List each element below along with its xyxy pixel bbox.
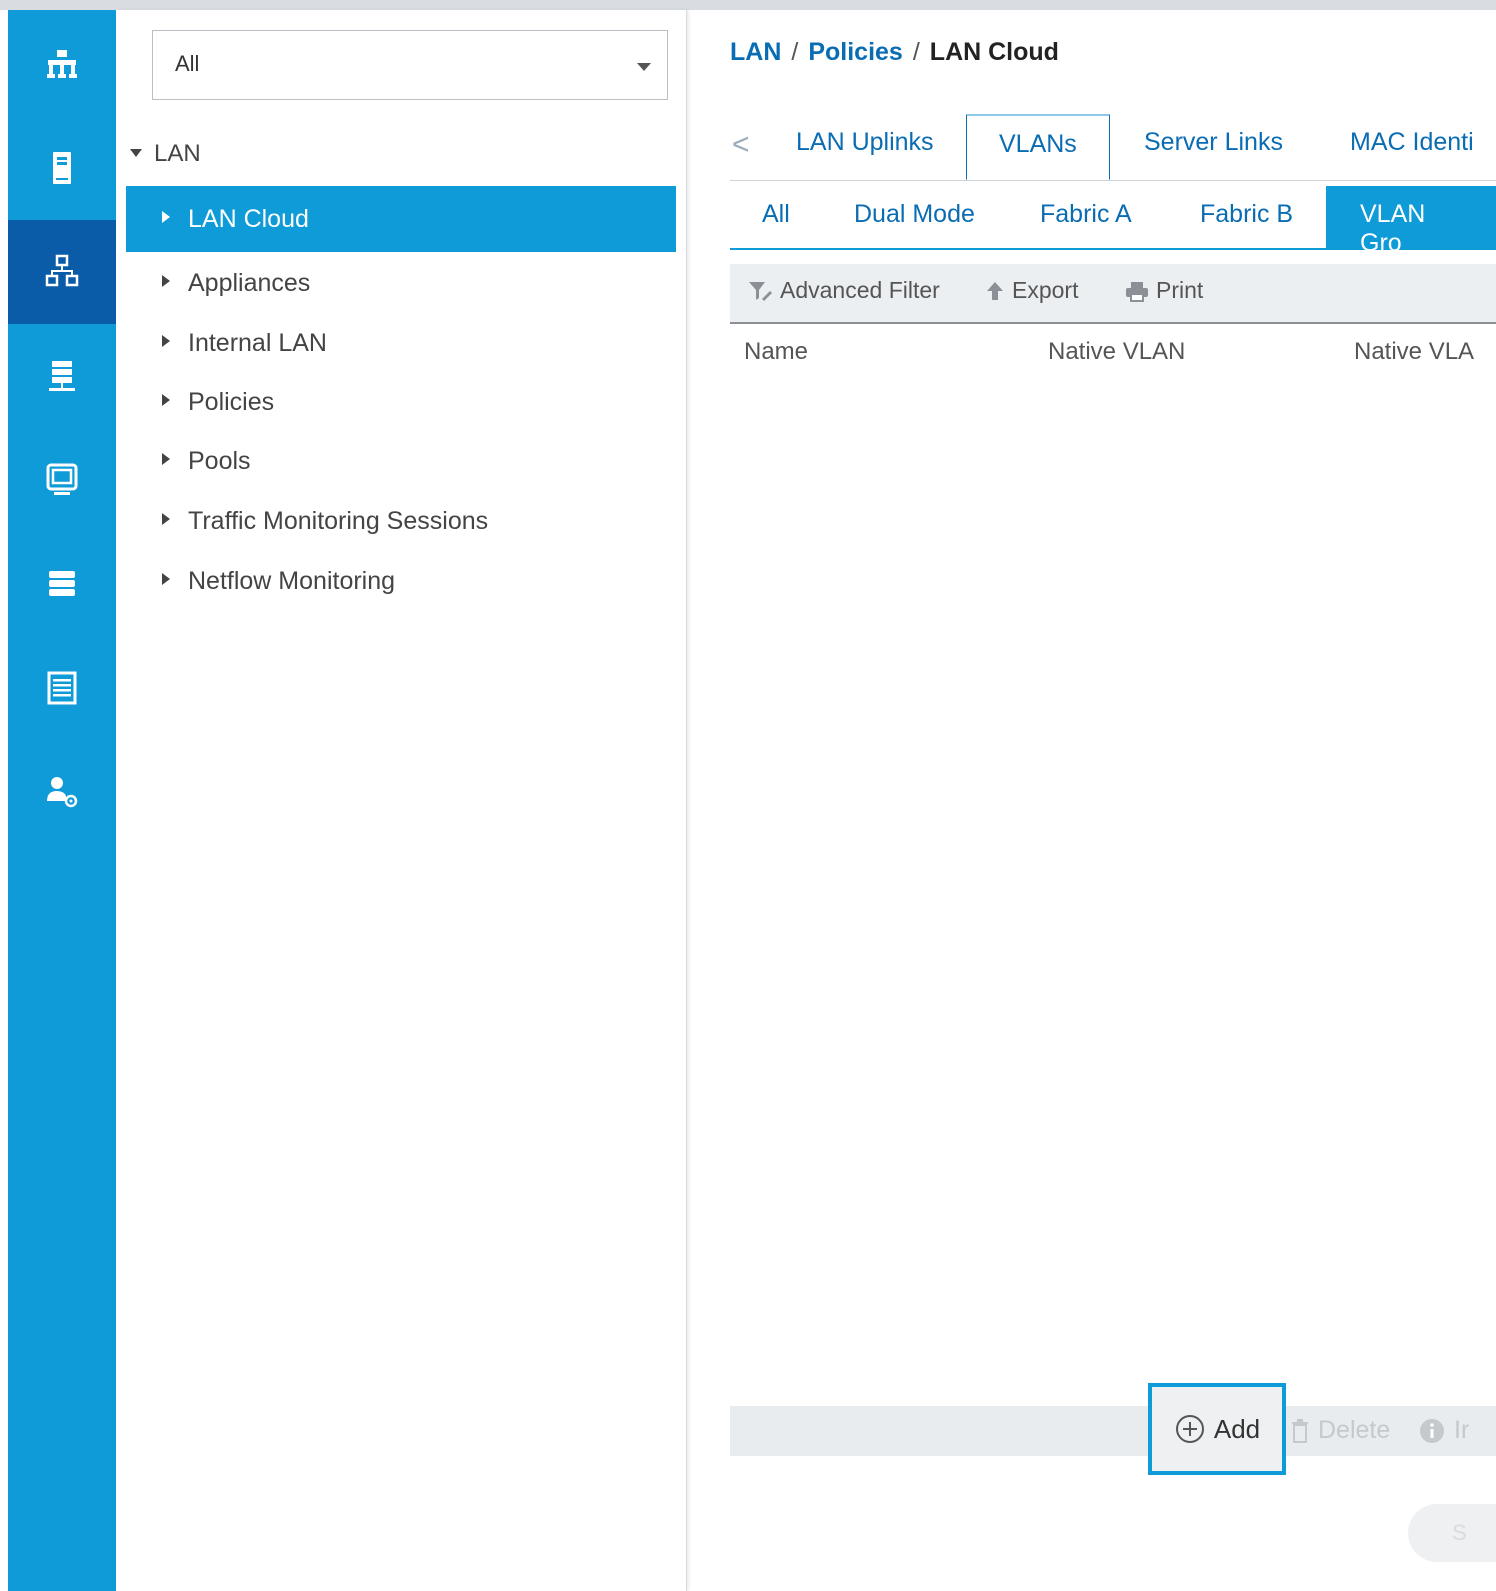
print-button[interactable]: Print [1124, 277, 1203, 304]
tree-item-policies[interactable]: Policies [126, 369, 676, 435]
subtab-vlan-groups[interactable]: VLAN Gro [1326, 186, 1496, 257]
nav-filter-select[interactable]: All [152, 30, 668, 100]
rail-admin[interactable] [8, 740, 116, 844]
nav-rail [8, 10, 116, 1591]
expanded-caret-icon [130, 148, 142, 157]
tree-item-label: Pools [188, 446, 251, 475]
rail-storage[interactable] [8, 532, 116, 636]
breadcrumb-current: LAN Cloud [929, 38, 1059, 66]
servers-icon [53, 152, 71, 184]
subtab-fabric-b[interactable]: Fabric B [1200, 200, 1293, 229]
add-label: Add [1213, 1413, 1261, 1444]
tree-item-lan-cloud[interactable]: LAN Cloud [126, 186, 676, 252]
admin-icon [47, 777, 78, 808]
export-button[interactable]: Export [984, 277, 1078, 304]
tree-item-label: Internal LAN [188, 328, 327, 357]
tab-mac-identity[interactable]: MAC Identi [1350, 128, 1474, 157]
export-label: Export [1012, 277, 1079, 303]
delete-label: Delete [1318, 1416, 1391, 1444]
advanced-filter-label: Advanced Filter [780, 277, 940, 303]
tree-root-label: LAN [154, 140, 201, 167]
column-header-name[interactable]: Name [744, 338, 808, 366]
tab-vlans[interactable]: VLANs [966, 114, 1110, 180]
tab-lan-uplinks[interactable]: LAN Uplinks [796, 128, 934, 157]
rail-san[interactable] [8, 324, 116, 428]
collapsed-caret-icon [162, 275, 170, 287]
collapsed-caret-icon [162, 335, 170, 347]
tab-scroll-left-icon[interactable]: < [732, 128, 750, 162]
filter-icon [749, 281, 772, 301]
collapsed-caret-icon [162, 573, 170, 585]
info-button[interactable]: Ir [1418, 1416, 1469, 1445]
info-label: Ir [1454, 1416, 1470, 1444]
lan-icon [45, 254, 79, 287]
breadcrumb-separator: / [791, 38, 799, 66]
chevron-down-icon [637, 63, 651, 71]
collapsed-caret-icon [162, 453, 170, 465]
rail-lan[interactable] [8, 220, 116, 324]
equipment-icon [47, 50, 77, 78]
top-border [0, 0, 1496, 10]
storage-icon [49, 571, 75, 596]
tree-item-netflow-monitoring[interactable]: Netflow Monitoring [126, 548, 676, 614]
advanced-filter-button[interactable]: Advanced Filter [748, 277, 940, 304]
save-button[interactable]: S [1408, 1504, 1496, 1562]
rail-servers[interactable] [8, 116, 116, 220]
rail-vm[interactable] [8, 428, 116, 532]
trash-icon [1292, 1418, 1308, 1443]
rail-equipment[interactable] [8, 12, 116, 116]
tab-server-links[interactable]: Server Links [1144, 128, 1283, 157]
subtab-dual-mode[interactable]: Dual Mode [854, 200, 975, 229]
arrow-up-icon [987, 281, 1003, 300]
san-icon [49, 361, 75, 391]
nav-filter-value: All [175, 51, 200, 76]
collapsed-caret-icon [162, 211, 170, 223]
tree-item-internal-lan[interactable]: Internal LAN [126, 310, 676, 376]
printer-icon [1126, 281, 1148, 302]
column-header-native-vlan[interactable]: Native VLAN [1048, 338, 1185, 366]
tree-root-lan[interactable]: LAN [130, 140, 201, 168]
tree-item-appliances[interactable]: Appliances [126, 250, 676, 316]
rail-chassis[interactable] [8, 636, 116, 740]
tree-item-pools[interactable]: Pools [126, 428, 676, 494]
vm-icon [46, 463, 78, 495]
tree-item-label: Policies [188, 387, 275, 416]
tree-item-label: Netflow Monitoring [188, 566, 396, 595]
tree-item-label: LAN Cloud [188, 204, 309, 233]
plus-circle-icon [1175, 1415, 1204, 1443]
breadcrumb: LAN / Policies / LAN Cloud [730, 38, 1059, 67]
tree-item-label: Appliances [188, 268, 311, 297]
save-label: S [1452, 1520, 1467, 1545]
collapsed-caret-icon [162, 394, 170, 406]
add-button[interactable]: Add [1148, 1383, 1286, 1475]
info-icon [1420, 1418, 1444, 1443]
tree-item-traffic-monitoring[interactable]: Traffic Monitoring Sessions [126, 488, 676, 554]
tree-item-label: Traffic Monitoring Sessions [188, 506, 489, 535]
breadcrumb-separator: / [912, 38, 920, 66]
subtab-all[interactable]: All [762, 200, 790, 229]
print-label: Print [1156, 277, 1204, 303]
column-header-native-vlan-2[interactable]: Native VLA [1354, 338, 1474, 366]
chassis-icon [47, 671, 77, 705]
delete-button[interactable]: Delete [1290, 1416, 1390, 1445]
subtab-fabric-a[interactable]: Fabric A [1040, 200, 1132, 229]
breadcrumb-policies[interactable]: Policies [808, 38, 903, 66]
breadcrumb-lan[interactable]: LAN [730, 38, 781, 66]
collapsed-caret-icon [162, 513, 170, 525]
